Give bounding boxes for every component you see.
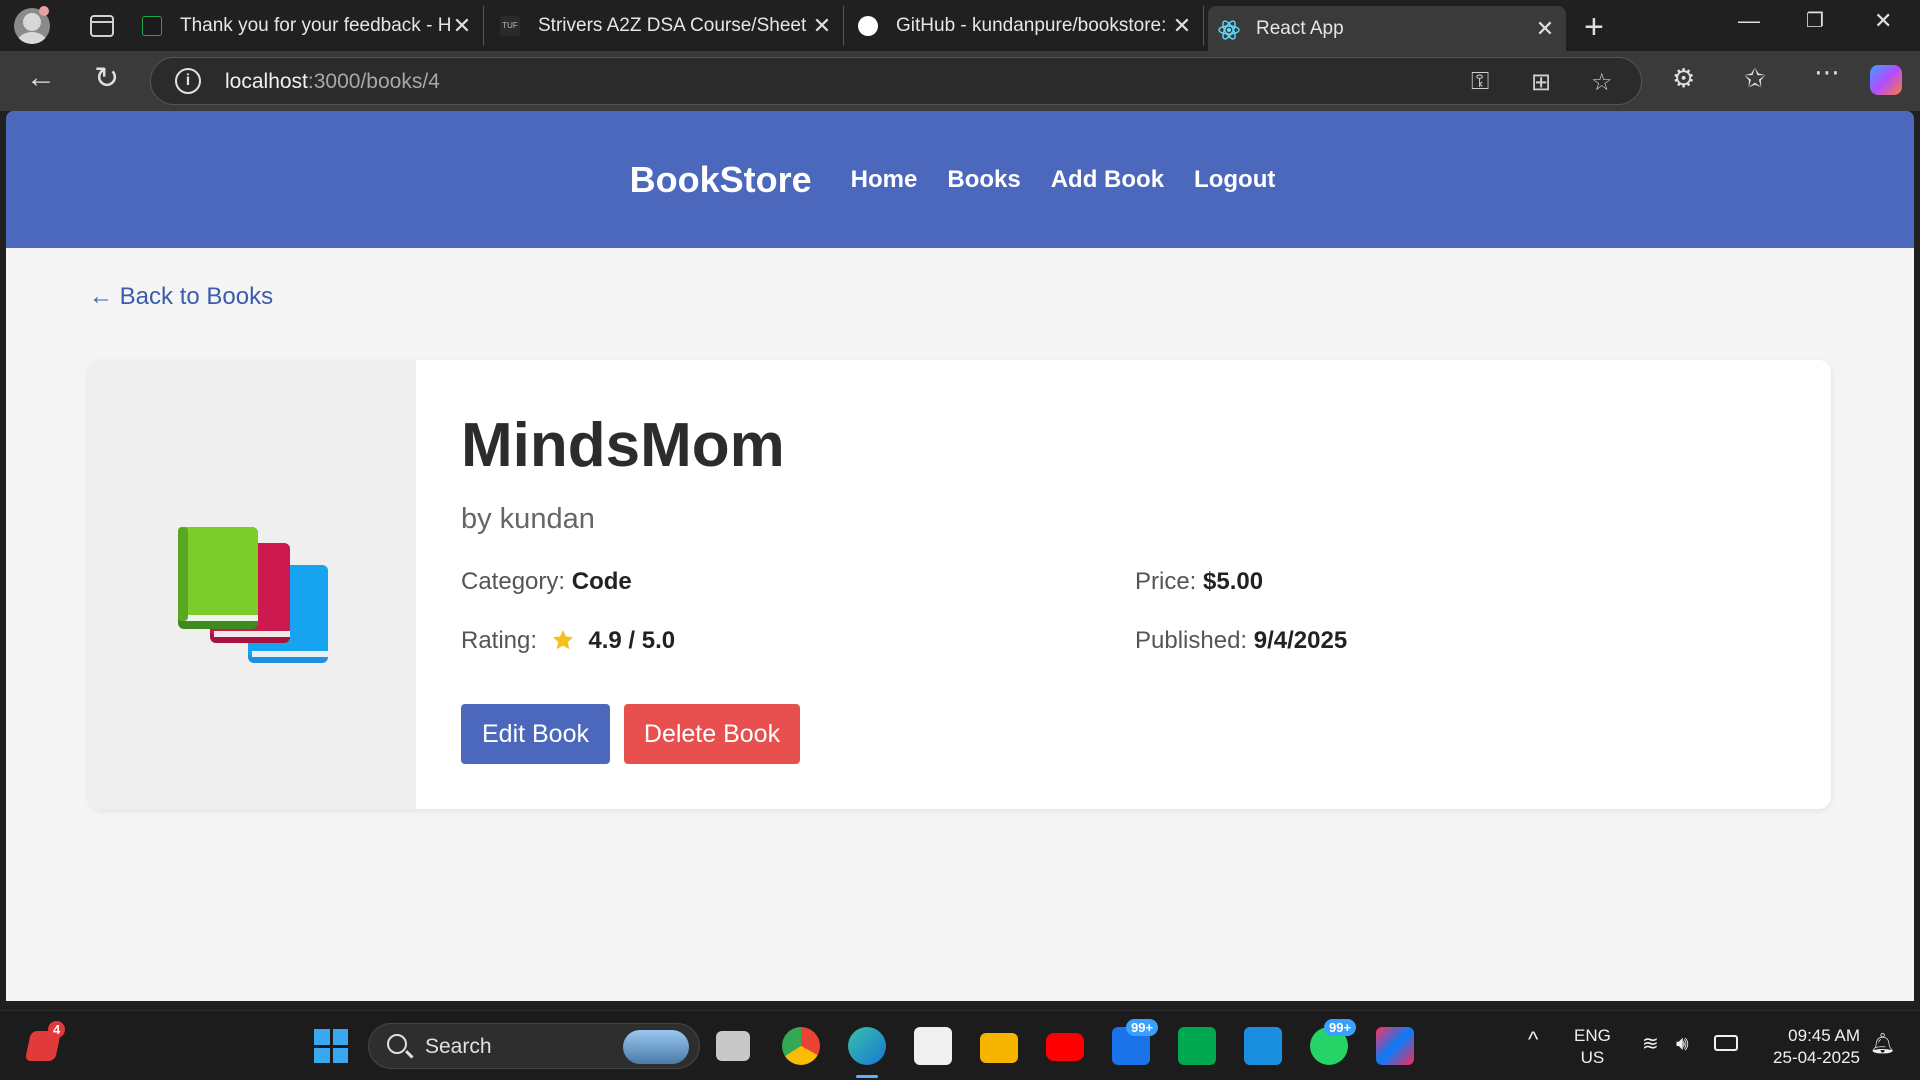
profile-notification-dot <box>39 6 49 16</box>
price-value: $5.00 <box>1203 568 1264 595</box>
vscode-icon[interactable] <box>1244 1027 1282 1065</box>
app-header: BookStore Home Books Add Book Logout <box>6 111 1914 248</box>
taskbar-search[interactable]: Search <box>368 1023 700 1069</box>
search-highlight-icon <box>623 1030 689 1064</box>
category-label: Category: <box>461 568 566 595</box>
book-info: MindsMom by kundan Category: Code Price:… <box>416 360 1831 809</box>
language-code: ENG <box>1574 1026 1611 1045</box>
nav-add-book[interactable]: Add Book <box>1051 166 1164 194</box>
react-icon <box>1218 19 1240 40</box>
tab-title: GitHub - kundanpure/bookstore: <box>896 15 1167 36</box>
battery-icon[interactable] <box>1714 1035 1738 1051</box>
edit-book-button[interactable]: Edit Book <box>461 704 610 764</box>
close-tab-icon[interactable]: ✕ <box>1171 13 1193 39</box>
clock[interactable]: 09:45 AM 25-04-2025 <box>1760 1025 1860 1069</box>
book-published: Published: 9/4/2025 <box>1135 627 1347 655</box>
back-arrow-icon[interactable]: ← <box>26 61 56 95</box>
rating-value: 4.9 / 5.0 <box>588 627 676 654</box>
notification-bell-icon[interactable]: 🔔︎ <box>1870 1033 1895 1055</box>
search-label: Search <box>425 1035 492 1058</box>
back-to-books-link[interactable]: ← Back to Books <box>89 283 273 311</box>
address-bar[interactable]: i localhost:3000/books/4 ⚿ ⊞ ☆ <box>150 57 1642 105</box>
windows-taskbar: 4 Search 99+ 99+ ^ ENG US ≋ 🔊︎ 09:45 AM … <box>0 1010 1920 1080</box>
github-icon <box>858 16 878 36</box>
mail-badge: 99+ <box>1126 1019 1159 1036</box>
tab-title: Thank you for your feedback - Ha <box>180 15 451 36</box>
notification-badge: 4 <box>48 1021 66 1038</box>
more-menu-icon[interactable]: ⋯ <box>1814 57 1840 88</box>
close-tab-icon[interactable]: ✕ <box>1534 16 1556 42</box>
app-available-icon[interactable]: ⊞ <box>1531 68 1551 97</box>
meet-icon[interactable] <box>1178 1027 1216 1065</box>
book-author: by kundan <box>461 503 595 535</box>
key-icon[interactable]: ⚿ <box>1471 68 1489 96</box>
nav-books[interactable]: Books <box>947 166 1020 194</box>
close-tab-icon[interactable]: ✕ <box>811 13 833 39</box>
new-tab-button[interactable]: + <box>1584 8 1604 47</box>
book-price: Price: $5.00 <box>1135 568 1263 596</box>
books-icon <box>178 527 328 663</box>
browser-tab[interactable]: GitHub - kundanpure/bookstore: ✕ <box>848 6 1204 46</box>
tab-title: React App <box>1256 17 1344 39</box>
browser-tab[interactable]: Thank you for your feedback - Ha ✕ <box>132 6 484 46</box>
book-category: Category: Code <box>461 568 632 596</box>
chrome-icon[interactable] <box>782 1027 820 1065</box>
browser-tab[interactable]: TUF Strivers A2Z DSA Course/Sheet - ( ✕ <box>490 6 844 46</box>
extensions-icon[interactable]: ⚙ <box>1672 63 1695 94</box>
copilot-icon[interactable] <box>1870 65 1902 95</box>
hackerrank-icon <box>142 16 162 36</box>
published-value: 9/4/2025 <box>1253 627 1348 654</box>
wifi-icon[interactable]: ≋ <box>1642 1033 1659 1055</box>
youtube-icon[interactable] <box>1046 1033 1084 1061</box>
nav-home[interactable]: Home <box>851 166 918 194</box>
site-info-icon[interactable]: i <box>175 68 201 94</box>
page-viewport: BookStore Home Books Add Book Logout ← B… <box>6 111 1914 1001</box>
restore-icon[interactable]: ❐ <box>1806 8 1824 33</box>
nav-logout[interactable]: Logout <box>1194 166 1275 194</box>
whatsapp-badge: 99+ <box>1324 1019 1357 1036</box>
close-tab-icon[interactable]: ✕ <box>451 13 473 39</box>
book-rating: Rating: 4.9 / 5.0 <box>461 627 675 655</box>
clock-date: 25-04-2025 <box>1773 1048 1860 1067</box>
url-text[interactable]: localhost:3000/books/4 <box>225 70 440 94</box>
brand-logo[interactable]: BookStore <box>630 159 812 201</box>
volume-icon[interactable]: 🔊︎ <box>1676 1033 1689 1055</box>
minimize-icon[interactable]: — <box>1738 8 1760 34</box>
search-icon <box>387 1034 407 1054</box>
book-title: MindsMom <box>461 411 785 480</box>
refresh-icon[interactable]: ↻ <box>94 61 119 96</box>
favorite-star-icon[interactable]: ☆ <box>1591 68 1613 97</box>
book-detail-card: MindsMom by kundan Category: Code Price:… <box>89 360 1831 809</box>
delete-book-button[interactable]: Delete Book <box>624 704 800 764</box>
intellij-icon[interactable] <box>1376 1027 1414 1065</box>
tuf-icon: TUF <box>500 16 520 36</box>
active-app-indicator <box>856 1075 878 1078</box>
star-icon <box>552 630 573 650</box>
book-cover <box>89 360 416 809</box>
tab-actions-icon[interactable] <box>90 14 114 37</box>
task-view-icon[interactable] <box>716 1031 750 1061</box>
tray-chevron-icon[interactable]: ^ <box>1528 1029 1538 1051</box>
clock-time: 09:45 AM <box>1788 1026 1860 1045</box>
region-code: US <box>1580 1048 1605 1067</box>
store-icon[interactable] <box>914 1027 952 1065</box>
tab-title: Strivers A2Z DSA Course/Sheet - ( <box>538 15 811 36</box>
rating-label: Rating: <box>461 627 538 654</box>
browser-toolbar: ← ↻ i localhost:3000/books/4 ⚿ ⊞ ☆ ⚙ ✩ ⋯ <box>0 51 1920 111</box>
browser-tab-active[interactable]: React App ✕ <box>1208 6 1566 51</box>
browser-tabstrip: Thank you for your feedback - Ha ✕ TUF S… <box>0 0 1920 51</box>
favorites-icon[interactable]: ✩ <box>1744 63 1766 94</box>
file-explorer-icon[interactable] <box>980 1033 1018 1063</box>
windows-start-icon[interactable] <box>314 1029 348 1063</box>
language-indicator[interactable]: ENG US <box>1574 1025 1611 1069</box>
edge-icon[interactable] <box>848 1027 886 1065</box>
price-label: Price: <box>1135 568 1197 595</box>
window-close-icon[interactable]: ✕ <box>1874 8 1892 34</box>
category-value: Code <box>571 568 632 595</box>
published-label: Published: <box>1135 627 1248 654</box>
